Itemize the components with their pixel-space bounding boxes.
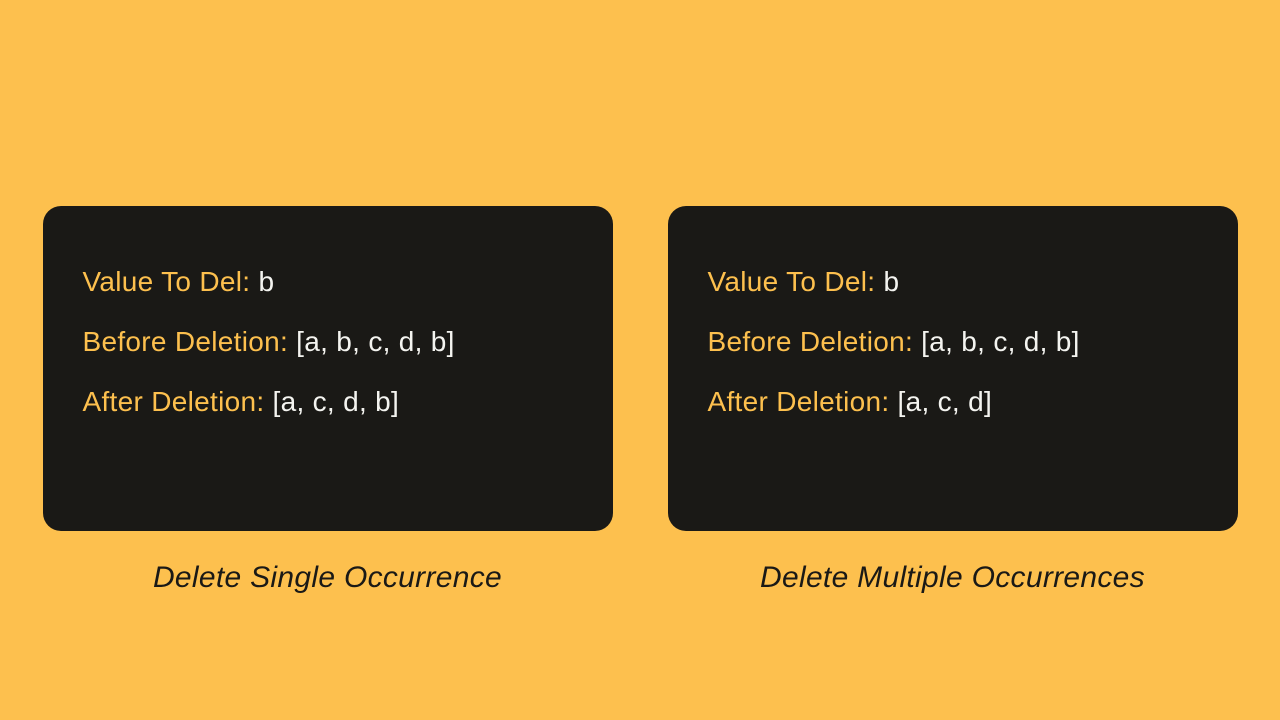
value-to-del: b — [883, 266, 899, 297]
value-after-deletion: [a, c, d, b] — [273, 386, 400, 417]
label-value-to-del: Value To Del: — [83, 266, 259, 297]
label-before-deletion: Before Deletion: — [708, 326, 922, 357]
row-value-to-del: Value To Del: b — [83, 266, 573, 298]
label-after-deletion: After Deletion: — [708, 386, 898, 417]
card-column-multiple: Value To Del: b Before Deletion: [a, b, … — [668, 206, 1238, 595]
row-after-deletion: After Deletion: [a, c, d] — [708, 386, 1198, 418]
caption-single-occurrence: Delete Single Occurrence — [153, 561, 502, 595]
row-after-deletion: After Deletion: [a, c, d, b] — [83, 386, 573, 418]
caption-multiple-occurrences: Delete Multiple Occurrences — [760, 561, 1145, 595]
label-before-deletion: Before Deletion: — [83, 326, 297, 357]
row-before-deletion: Before Deletion: [a, b, c, d, b] — [83, 326, 573, 358]
card-single-occurrence: Value To Del: b Before Deletion: [a, b, … — [43, 206, 613, 531]
row-before-deletion: Before Deletion: [a, b, c, d, b] — [708, 326, 1198, 358]
row-value-to-del: Value To Del: b — [708, 266, 1198, 298]
value-before-deletion: [a, b, c, d, b] — [296, 326, 455, 357]
card-multiple-occurrences: Value To Del: b Before Deletion: [a, b, … — [668, 206, 1238, 531]
card-column-single: Value To Del: b Before Deletion: [a, b, … — [43, 206, 613, 595]
value-before-deletion: [a, b, c, d, b] — [921, 326, 1080, 357]
cards-container: Value To Del: b Before Deletion: [a, b, … — [43, 206, 1238, 595]
label-value-to-del: Value To Del: — [708, 266, 884, 297]
label-after-deletion: After Deletion: — [83, 386, 273, 417]
value-to-del: b — [258, 266, 274, 297]
value-after-deletion: [a, c, d] — [898, 386, 993, 417]
